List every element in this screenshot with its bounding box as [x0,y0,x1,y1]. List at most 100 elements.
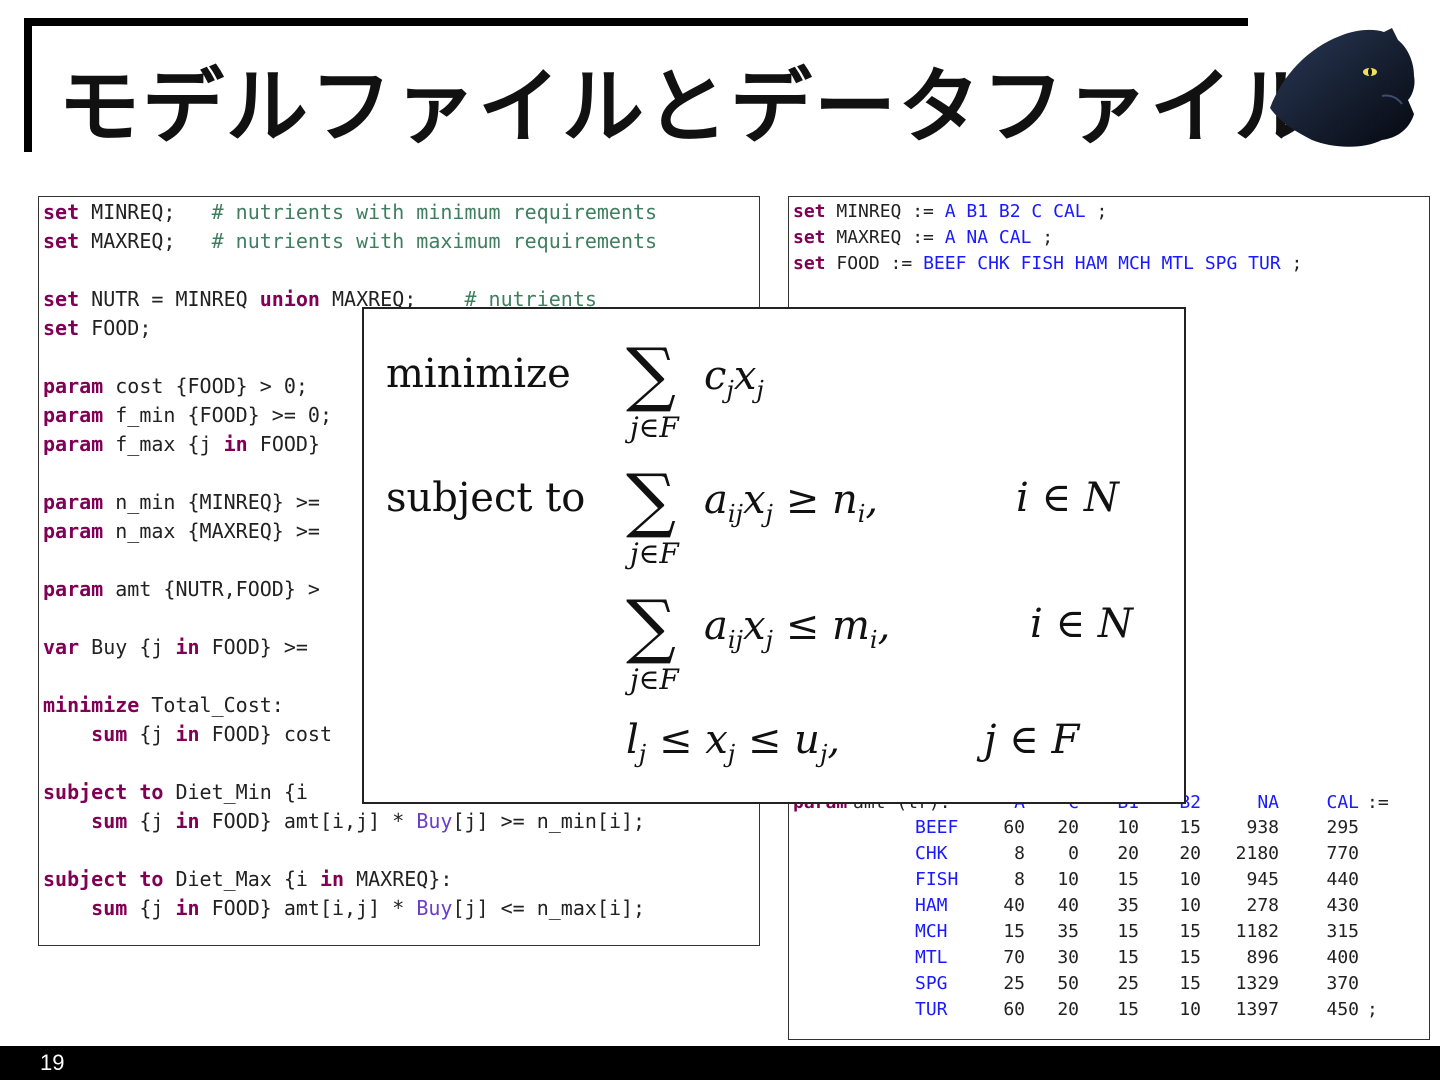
constraint-max-expression: aijxj ≤ mi, [704,603,891,654]
amt-cell: 15 [1179,973,1201,994]
footer-bar: 19 [0,1046,1440,1080]
amt-cell: 370 [1326,973,1359,994]
data-set-line: set FOOD := BEEF CHK FISH HAM MCH MTL SP… [793,252,1302,276]
code-token: param [43,403,104,427]
amt-column-header: NA [1257,792,1279,813]
amt-cell: 8 [1014,869,1025,890]
code-token: {j [127,809,176,833]
code-line: subject to Diet_Min {i [43,780,320,804]
code-token: param [43,490,104,514]
page-number: 19 [40,1050,65,1075]
code-token: sum [91,809,128,833]
amt-cell: 15 [1179,947,1201,968]
code-token: MINREQ := [825,201,945,222]
code-token: FOOD} >= [199,635,320,659]
code-token: MAXREQ := [825,227,945,248]
amt-cell: 10 [1057,869,1079,890]
amt-end: ; [1367,999,1378,1020]
code-token: MINREQ; [79,200,212,224]
code-token: in [319,867,345,891]
amt-column-header: CAL [1326,792,1359,813]
amt-row-food: HAM [915,895,948,916]
code-token: FOOD := [825,253,924,274]
amt-cell: 0 [1068,843,1079,864]
amt-row-food: FISH [915,869,958,890]
amt-cell: 15 [1179,817,1201,838]
code-token: in [175,809,200,833]
code-line: param f_max {j in FOOD} [43,432,320,456]
amt-cell: 15 [1117,921,1139,942]
black-panther-logo-icon [1270,28,1415,147]
code-line: param amt {NUTR,FOOD} > [43,577,320,601]
code-token: f_max {j [103,432,224,456]
amt-cell: 1329 [1236,973,1279,994]
code-token: ; [1085,201,1108,222]
code-line: set MINREQ; # nutrients with minimum req… [43,200,657,224]
amt-cell: 70 [1003,947,1025,968]
amt-cell: 1182 [1236,921,1279,942]
title-top-bar [24,18,1248,26]
amt-cell: 20 [1057,999,1079,1020]
amt-cell: 15 [1179,921,1201,942]
sum-index: j∈F [630,411,679,444]
code-token: set [43,287,80,311]
slide-title: モデルファイルとデータファイル [58,60,1319,155]
amt-cell: 278 [1246,895,1279,916]
code-token: set [43,229,80,253]
code-token: sum [91,896,128,920]
constraint-max-condition: i ∈ N [1030,601,1133,647]
code-token: FOOD} amt[i,j] * [199,896,417,920]
code-line: minimize Total_Cost: [43,693,284,717]
code-line: set FOOD; [43,316,151,340]
amt-cell: 430 [1326,895,1359,916]
code-token: A B1 B2 C CAL [944,201,1086,222]
bounds-expression: lj ≤ xj ≤ uj, [626,717,841,768]
code-token: MAXREQ}: [344,867,453,891]
code-token: FOOD; [79,316,152,340]
amt-cell: 10 [1179,999,1201,1020]
amt-row-food: BEEF [915,817,958,838]
code-token: param [43,374,104,398]
amt-row-food: MTL [915,947,948,968]
code-token: # nutrients with maximum requirements [211,229,658,253]
code-token: FOOD} cost [199,722,333,746]
code-token: A NA CAL [944,227,1032,248]
code-line: set MAXREQ; # nutrients with maximum req… [43,229,657,253]
code-token: union [259,287,320,311]
code-token: amt {NUTR,FOOD} > [103,577,320,601]
formula-box: minimize ∑ j∈F cjxj subject to ∑ j∈F aij… [362,307,1186,804]
code-token: var [43,635,80,659]
amt-cell: 60 [1003,817,1025,838]
sum-index: j∈F [630,537,679,570]
amt-cell: 35 [1057,921,1079,942]
amt-cell: 15 [1117,999,1139,1020]
amt-cell: 20 [1179,843,1201,864]
code-line: param cost {FOOD} > 0; [43,374,308,398]
code-token: Buy [416,896,453,920]
amt-cell: 15 [1117,869,1139,890]
amt-cell: 896 [1246,947,1279,968]
sum-index: j∈F [630,663,679,696]
code-token: Total_Cost: [139,693,284,717]
code-token: f_min {FOOD} >= 0; [103,403,332,427]
code-token: Buy [416,809,453,833]
amt-cell: 450 [1326,999,1359,1020]
code-token: {j [127,722,176,746]
amt-row-food: CHK [915,843,948,864]
amt-cell: 400 [1326,947,1359,968]
code-token: set [43,316,80,340]
code-token: [j] <= n_max[i]; [452,896,646,920]
code-token: param [43,519,104,543]
code-line: param n_max {MAXREQ} >= [43,519,320,543]
amt-row-food: MCH [915,921,948,942]
amt-cell: 35 [1117,895,1139,916]
data-set-line: set MAXREQ := A NA CAL ; [793,226,1053,250]
amt-cell: 15 [1003,921,1025,942]
amt-cell: 8 [1014,843,1025,864]
code-token: n_max {MAXREQ} >= [103,519,320,543]
code-token: sum [91,722,128,746]
amt-cell: 50 [1057,973,1079,994]
